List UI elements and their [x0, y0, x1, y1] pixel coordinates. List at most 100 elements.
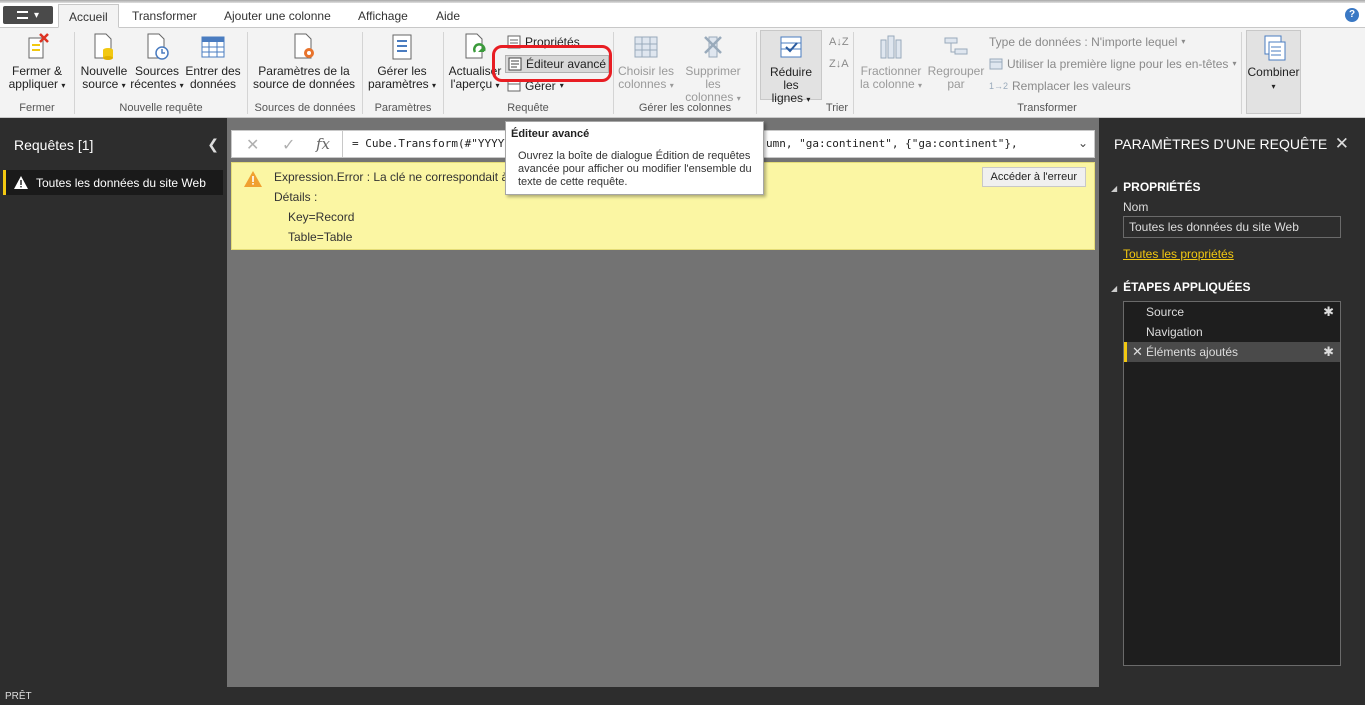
error-details-label: Détails : — [274, 190, 318, 204]
replace-values-icon: 1→2 — [989, 81, 1009, 91]
fx-icon[interactable]: fx — [316, 135, 330, 153]
delete-step-icon[interactable]: ✕ — [1132, 342, 1143, 362]
group-separator — [1241, 32, 1242, 114]
group-by-button[interactable]: Regrouper par — [925, 32, 987, 91]
applied-steps-section-header[interactable]: ÉTAPES APPLIQUÉES — [1111, 280, 1250, 294]
tab-affichage[interactable]: Affichage — [358, 4, 408, 28]
all-properties-link[interactable]: Toutes les propriétés — [1123, 247, 1234, 261]
sort-ascending-button[interactable]: A↓Z — [829, 33, 849, 51]
dropdown-arrow-icon: ▾ — [432, 81, 437, 90]
group-label-nouvelle-requete: Nouvelle requête — [119, 102, 203, 114]
first-row-headers-icon — [989, 58, 1003, 70]
close-apply-button[interactable]: Fermer & appliquer ▾ — [6, 32, 68, 92]
main-content: ✕ ✓ fx = Cube.Transform(#"YYYYY umn, "ga… — [227, 118, 1099, 687]
data-source-settings-icon — [294, 33, 314, 59]
applied-steps-list: Source ✱ Navigation ✕ Éléments ajoutés ✱ — [1123, 301, 1341, 666]
group-label-gerer-colonnes: Gérer les colonnes — [638, 102, 732, 114]
remove-columns-button[interactable]: Supprimer les colonnes ▾ — [676, 32, 750, 105]
parameters-icon — [392, 34, 412, 60]
tab-transformer[interactable]: Transformer — [132, 4, 197, 28]
group-label-parametres: Paramètres — [374, 102, 432, 114]
tooltip-title: Éditeur avancé — [511, 128, 590, 140]
dropdown-arrow-icon: ▾ — [61, 81, 66, 90]
sort-descending-button[interactable]: Z↓A — [829, 55, 849, 73]
error-detail-key: Key=Record — [288, 210, 355, 224]
group-label-transformer: Transformer — [1017, 102, 1077, 114]
new-source-icon — [94, 33, 113, 60]
step-label: Navigation — [1146, 325, 1203, 339]
recent-sources-button[interactable]: Sources récentes ▾ — [130, 32, 184, 92]
dropdown-arrow-icon: ▾ — [918, 81, 923, 90]
commit-formula-icon[interactable]: ✓ — [282, 135, 295, 155]
highlight-annotation — [492, 45, 612, 82]
data-source-settings-button[interactable]: Paramètres de la source de données — [251, 32, 357, 91]
group-separator — [853, 32, 854, 114]
gear-icon[interactable]: ✱ — [1323, 342, 1334, 362]
close-icon[interactable]: ✕ — [1335, 134, 1349, 154]
group-separator — [756, 32, 757, 114]
replace-values-button[interactable]: 1→2 Remplacer les valeurs — [989, 77, 1131, 95]
dropdown-arrow-icon: ▾ — [1181, 37, 1186, 46]
dropdown-arrow-icon: ▾ — [121, 81, 126, 90]
split-column-button[interactable]: Fractionner la colonne ▾ — [858, 32, 924, 92]
first-row-headers-button[interactable]: Utiliser la première ligne pour les en-t… — [989, 55, 1236, 73]
step-item-source[interactable]: Source ✱ — [1124, 302, 1340, 322]
collapse-chevron-icon[interactable]: ❮ — [207, 136, 219, 153]
file-menu-button[interactable]: ▾ — [3, 6, 53, 24]
combine-icon — [1264, 35, 1285, 61]
query-name-input[interactable]: Toutes les données du site Web — [1123, 216, 1341, 238]
formula-input-tail[interactable]: umn, "ga:continent", {"ga:continent"}, — [766, 137, 1018, 150]
step-label: Éléments ajoutés — [1146, 345, 1239, 359]
error-detail-table: Table=Table — [288, 230, 353, 244]
data-type-dropdown[interactable]: Type de données : N'importe lequel ▾ — [989, 33, 1185, 51]
manage-parameters-button[interactable]: Gérer les paramètres ▾ — [366, 32, 438, 92]
goto-error-button[interactable]: Accéder à l'erreur — [981, 167, 1086, 187]
tooltip-body: Ouvrez la boîte de dialogue Édition de r… — [518, 150, 752, 188]
dropdown-arrow-icon: ▾ — [33, 9, 40, 21]
enter-data-button[interactable]: Entrer des données — [184, 32, 242, 91]
help-icon[interactable]: ? — [1345, 8, 1359, 22]
group-label-requete: Requête — [507, 102, 549, 114]
file-menu-icon — [16, 11, 28, 19]
status-bar: PRÊT — [0, 687, 1365, 705]
group-separator — [247, 32, 248, 114]
combine-button[interactable]: Combiner ▾ — [1246, 30, 1301, 114]
dropdown-arrow-icon: ▾ — [669, 81, 674, 90]
formula-input[interactable]: = Cube.Transform(#"YYYYY — [352, 137, 511, 150]
tab-ajouter-colonne[interactable]: Ajouter une colonne — [224, 4, 331, 28]
sort-ascending-icon: A↓Z — [829, 36, 849, 48]
formula-separator — [342, 131, 343, 157]
reduce-rows-button[interactable]: Réduire les lignes ▾ — [760, 30, 822, 105]
gear-icon[interactable]: ✱ — [1323, 302, 1334, 322]
name-label: Nom — [1123, 200, 1149, 214]
close-apply-icon — [28, 33, 49, 59]
error-message: Expression.Error : La clé ne corresponda… — [274, 170, 509, 184]
group-separator — [443, 32, 444, 114]
step-item-added-items[interactable]: ✕ Éléments ajoutés ✱ — [1124, 342, 1340, 362]
query-item-label: Toutes les données du site Web — [36, 175, 206, 190]
tab-aide[interactable]: Aide — [436, 4, 460, 28]
group-separator — [74, 32, 75, 114]
dropdown-arrow-icon: ▾ — [806, 95, 811, 104]
choose-columns-button[interactable]: Choisir les colonnes ▾ — [616, 32, 676, 92]
query-item[interactable]: Toutes les données du site Web — [3, 170, 223, 195]
table-icon — [201, 36, 225, 58]
ribbon: Fermer & appliquer ▾ Fermer Nouvelle sou… — [0, 28, 1365, 118]
group-label-trier: Trier — [825, 102, 849, 114]
reduce-rows-icon — [780, 36, 802, 58]
queries-panel-title: Requêtes [1] — [14, 137, 94, 153]
expand-formula-icon[interactable]: ⌄ — [1078, 136, 1088, 150]
queries-panel: Requêtes [1] ❮ Toutes les données du sit… — [0, 118, 227, 687]
cancel-formula-icon[interactable]: ✕ — [246, 135, 259, 155]
dropdown-arrow-icon: ▾ — [1271, 82, 1276, 91]
group-separator — [362, 32, 363, 114]
new-source-button[interactable]: Nouvelle source ▾ — [78, 32, 130, 92]
tab-accueil[interactable]: Accueil — [58, 4, 119, 28]
group-label-fermer: Fermer — [19, 102, 55, 114]
refresh-icon — [465, 33, 486, 59]
warning-icon — [14, 176, 28, 189]
choose-columns-icon — [634, 36, 658, 58]
step-item-navigation[interactable]: Navigation — [1124, 322, 1340, 342]
properties-section-header[interactable]: PROPRIÉTÉS — [1111, 180, 1200, 194]
warning-icon — [244, 171, 262, 187]
